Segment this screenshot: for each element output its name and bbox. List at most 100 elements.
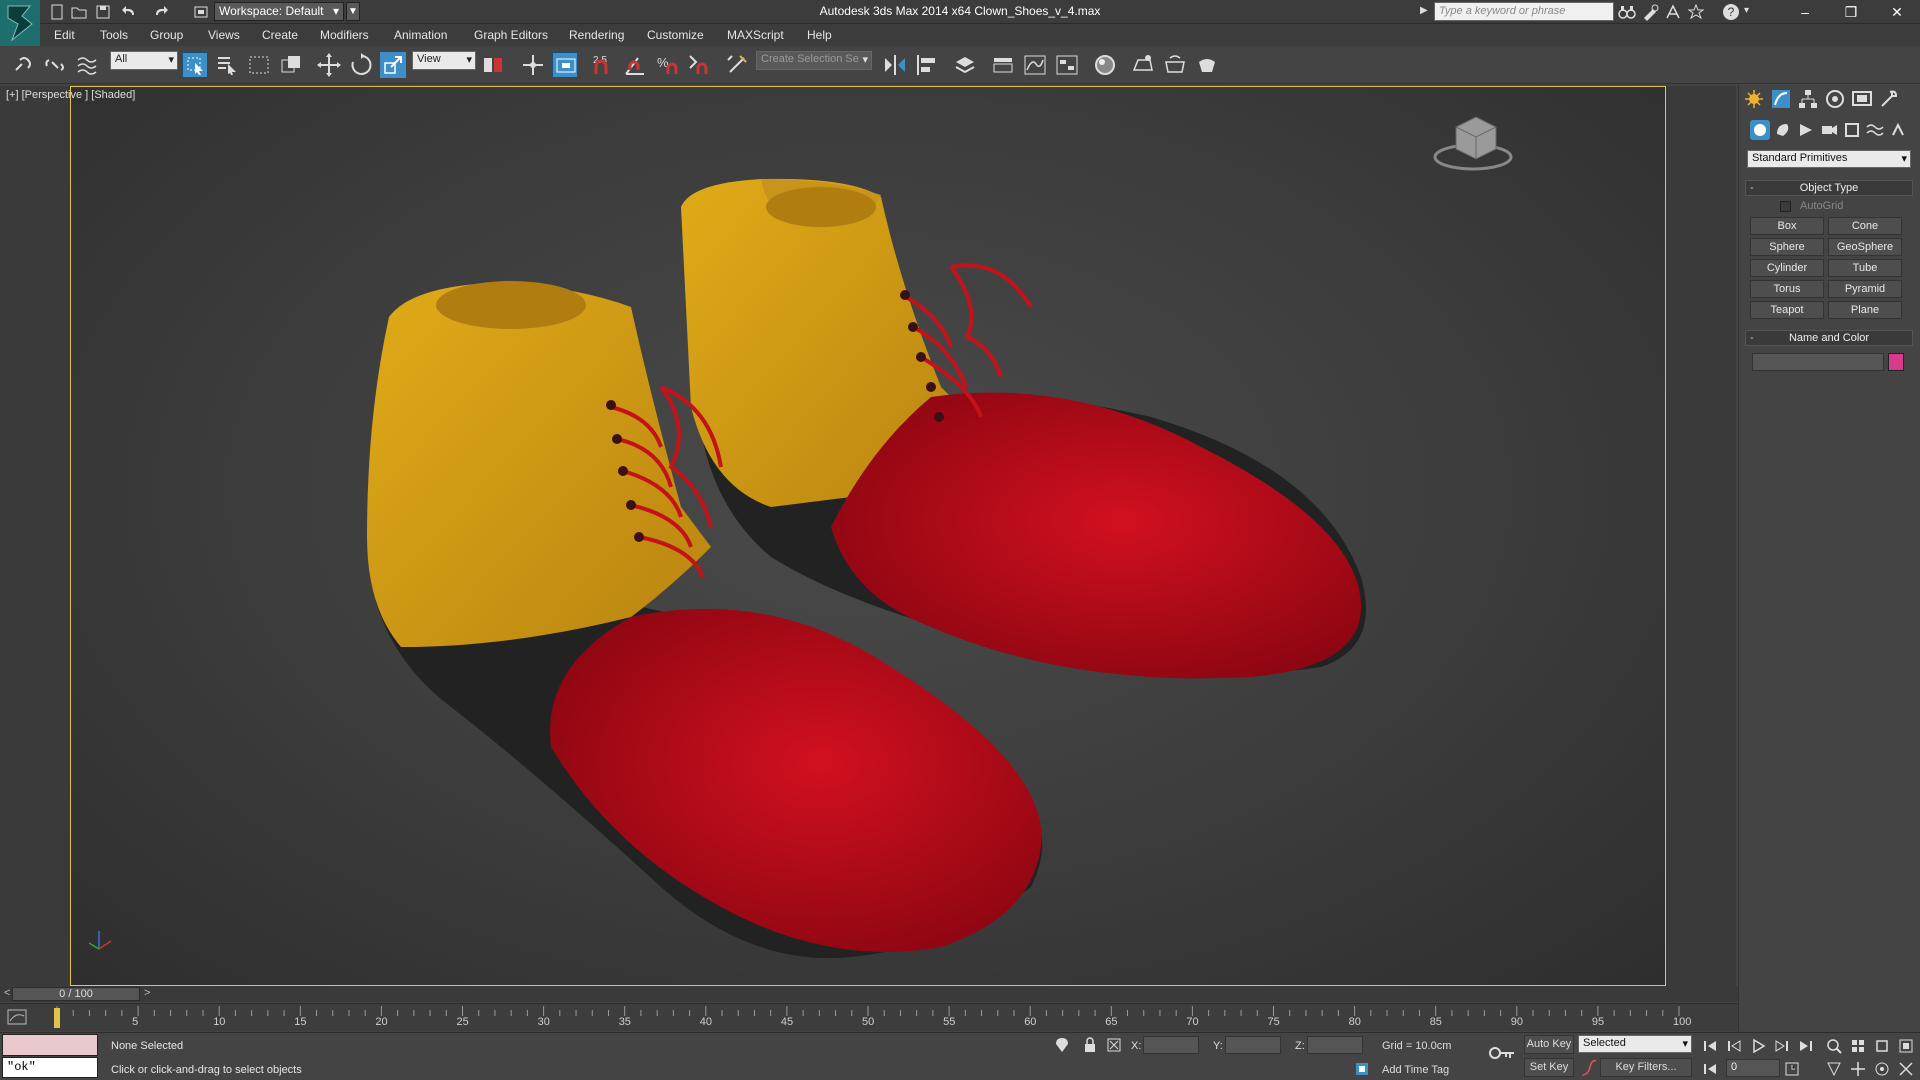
- save-icon[interactable]: [94, 3, 112, 21]
- bind-to-space-warp-icon[interactable]: [74, 52, 100, 78]
- menu-animation[interactable]: Animation: [394, 28, 447, 42]
- menu-rendering[interactable]: Rendering: [569, 28, 624, 42]
- previous-frame-arrow[interactable]: <: [4, 987, 10, 999]
- binoculars-icon[interactable]: [1618, 3, 1636, 21]
- current-frame-field[interactable]: 0: [1726, 1059, 1780, 1077]
- pan-view-icon[interactable]: [1850, 1061, 1866, 1077]
- utilities-tab-icon[interactable]: [1878, 88, 1900, 110]
- app-logo-icon[interactable]: [0, 0, 40, 48]
- shoe-back[interactable]: [681, 178, 1366, 679]
- perspective-viewport[interactable]: [70, 86, 1666, 986]
- cone-button[interactable]: Cone: [1828, 217, 1902, 235]
- y-coord-field[interactable]: [1225, 1036, 1281, 1054]
- select-and-manipulate-icon[interactable]: [520, 52, 546, 78]
- plane-button[interactable]: Plane: [1828, 301, 1902, 319]
- play-icon[interactable]: [1750, 1038, 1766, 1054]
- angle-snap-icon[interactable]: [622, 52, 648, 78]
- expand-arrow-icon[interactable]: ▶: [1420, 5, 1428, 16]
- default-in-out-tangent-icon[interactable]: [1580, 1059, 1598, 1077]
- percent-snap-icon[interactable]: %: [654, 52, 680, 78]
- next-frame-arrow[interactable]: >: [144, 987, 150, 999]
- menu-maxscript[interactable]: MAXScript: [727, 28, 784, 42]
- named-selection-dropdown[interactable]: Create Selection Se ▾: [756, 51, 872, 70]
- menu-edit[interactable]: Edit: [54, 28, 75, 42]
- rendered-frame-window-icon[interactable]: [1162, 52, 1188, 78]
- auto-key-button[interactable]: Auto Key: [1524, 1035, 1574, 1054]
- next-frame-icon[interactable]: [1774, 1038, 1790, 1054]
- select-object-icon[interactable]: [182, 52, 208, 78]
- menu-modifiers[interactable]: Modifiers: [320, 28, 369, 42]
- maxscript-listener-input[interactable]: [2, 1034, 98, 1056]
- previous-frame-icon[interactable]: [1726, 1038, 1742, 1054]
- menu-views[interactable]: Views: [208, 28, 240, 42]
- key-mode-dropdown[interactable]: Selected ▾: [1578, 1035, 1692, 1053]
- window-crossing-icon[interactable]: [278, 52, 304, 78]
- display-tab-icon[interactable]: [1851, 88, 1873, 110]
- field-of-view-icon[interactable]: [1826, 1061, 1842, 1077]
- menu-create[interactable]: Create: [262, 28, 298, 42]
- project-folder-icon[interactable]: [192, 3, 210, 21]
- favorites-star-icon[interactable]: [1687, 3, 1705, 21]
- torus-button[interactable]: Torus: [1750, 280, 1824, 298]
- mini-curve-editor-icon[interactable]: [6, 1008, 32, 1026]
- name-and-color-rollout-header[interactable]: - Name and Color: [1745, 330, 1913, 346]
- orbit-icon[interactable]: [1874, 1061, 1890, 1077]
- align-icon[interactable]: [914, 52, 940, 78]
- toggle-layer-explorer-icon[interactable]: [952, 52, 978, 78]
- key-mode-toggle-icon[interactable]: [1702, 1061, 1718, 1077]
- reference-coordinate-dropdown[interactable]: View ▾: [412, 51, 476, 70]
- create-tab-icon[interactable]: [1743, 88, 1765, 110]
- cameras-icon[interactable]: [1819, 120, 1839, 140]
- selection-filter-dropdown[interactable]: All ▾: [110, 51, 178, 70]
- zoom-extents-all-icon[interactable]: [1898, 1038, 1914, 1054]
- shapes-icon[interactable]: [1773, 120, 1793, 140]
- rectangular-selection-icon[interactable]: [246, 52, 272, 78]
- render-setup-icon[interactable]: [1130, 52, 1156, 78]
- autogrid-checkbox[interactable]: [1780, 201, 1791, 212]
- pivot-center-icon[interactable]: [480, 52, 506, 78]
- menu-customize[interactable]: Customize: [647, 28, 704, 42]
- go-to-end-icon[interactable]: [1798, 1038, 1814, 1054]
- help-dropdown-icon[interactable]: ▾: [1744, 5, 1749, 16]
- primitive-category-dropdown[interactable]: Standard Primitives ▾: [1747, 150, 1911, 168]
- menu-help[interactable]: Help: [807, 28, 832, 42]
- snaps-toggle-icon[interactable]: 2.5: [590, 52, 616, 78]
- time-tag-icon[interactable]: [1354, 1060, 1370, 1078]
- tube-button[interactable]: Tube: [1828, 259, 1902, 277]
- cylinder-button[interactable]: Cylinder: [1750, 259, 1824, 277]
- workspace-dropdown[interactable]: Workspace: Default ▾: [214, 2, 344, 21]
- motion-tab-icon[interactable]: [1824, 88, 1846, 110]
- hierarchy-tab-icon[interactable]: [1797, 88, 1819, 110]
- go-to-start-icon[interactable]: [1702, 1038, 1718, 1054]
- lights-icon[interactable]: [1796, 120, 1816, 140]
- zoom-all-icon[interactable]: [1850, 1038, 1866, 1054]
- modify-tab-icon[interactable]: [1770, 88, 1792, 110]
- time-configuration-icon[interactable]: [1784, 1061, 1800, 1077]
- maxscript-output[interactable]: "ok": [2, 1057, 98, 1078]
- subscription-icon[interactable]: [1641, 3, 1659, 21]
- time-slider-track[interactable]: [0, 986, 1738, 1002]
- menu-group[interactable]: Group: [150, 28, 183, 42]
- select-and-rotate-icon[interactable]: [348, 52, 374, 78]
- viewcube[interactable]: [1433, 116, 1513, 171]
- geosphere-button[interactable]: GeoSphere: [1828, 238, 1902, 256]
- workspace-menu-arrow-icon[interactable]: ▼: [346, 2, 360, 21]
- object-name-field[interactable]: [1752, 353, 1884, 371]
- material-editor-icon[interactable]: [1092, 52, 1118, 78]
- key-filters-button[interactable]: Key Filters...: [1600, 1058, 1692, 1077]
- unlink-selection-icon[interactable]: [42, 52, 68, 78]
- redo-icon[interactable]: [152, 3, 170, 21]
- search-input[interactable]: Type a keyword or phrase: [1434, 2, 1614, 21]
- curve-editor-icon[interactable]: [1022, 52, 1048, 78]
- restore-icon[interactable]: ❐: [1828, 0, 1874, 24]
- zoom-extents-icon[interactable]: [1874, 1038, 1890, 1054]
- communication-center-icon[interactable]: [1664, 3, 1682, 21]
- toggle-ribbon-icon[interactable]: [990, 52, 1016, 78]
- selection-lock-icon[interactable]: [1082, 1036, 1098, 1054]
- mirror-icon[interactable]: [882, 52, 908, 78]
- time-slider-thumb[interactable]: 0 / 100: [12, 987, 140, 1001]
- select-and-scale-icon[interactable]: [380, 52, 406, 78]
- geometry-icon[interactable]: [1750, 120, 1770, 140]
- viewport-label[interactable]: [+] [Perspective ] [Shaded]: [6, 89, 135, 101]
- object-color-swatch[interactable]: [1888, 353, 1904, 371]
